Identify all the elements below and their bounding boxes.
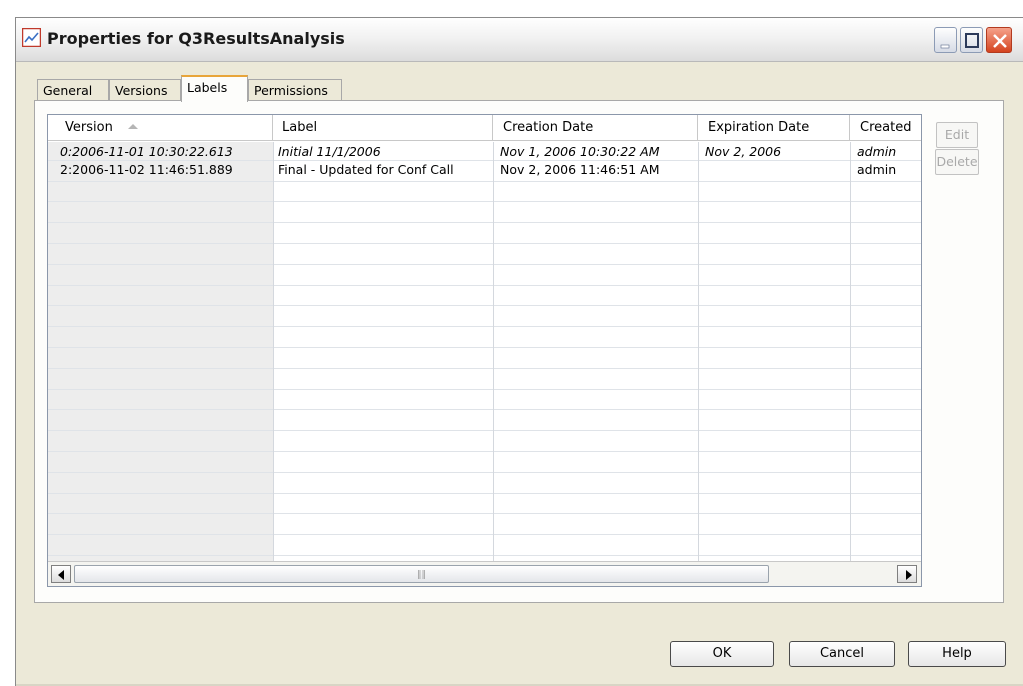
row-gridline xyxy=(48,451,921,452)
delete-button[interactable]: Delete xyxy=(935,149,979,175)
grip-icon: ‖‖ xyxy=(417,570,426,580)
label-cell: Initial 11/1/2006 xyxy=(278,144,381,159)
row-gridline xyxy=(48,243,921,244)
column-divider xyxy=(698,142,699,561)
row-gridline xyxy=(48,222,921,223)
row-gridline xyxy=(48,409,921,410)
properties-dialog: Properties for Q3ResultsAnalysis General… xyxy=(15,17,1023,686)
window-title: Properties for Q3ResultsAnalysis xyxy=(47,29,345,48)
cancel-button[interactable]: Cancel xyxy=(789,641,895,667)
tab-general[interactable]: General xyxy=(37,79,109,101)
column-header-label[interactable]: Label xyxy=(273,115,493,141)
expiration-date-cell: Nov 2, 2006 xyxy=(705,144,782,159)
tab-labels[interactable]: Labels xyxy=(181,75,248,102)
version-column-background xyxy=(48,142,273,561)
minimize-icon xyxy=(940,44,950,49)
row-gridline xyxy=(48,326,921,327)
created-by-cell: admin xyxy=(857,144,897,159)
help-button[interactable]: Help xyxy=(908,641,1006,667)
ok-button[interactable]: OK xyxy=(670,641,774,667)
column-header-creation-date[interactable]: Creation Date xyxy=(493,115,698,141)
column-header-created[interactable]: Created xyxy=(850,115,921,141)
close-button[interactable] xyxy=(986,27,1012,53)
row-gridline xyxy=(48,534,921,535)
horizontal-scrollbar[interactable]: ‖‖ xyxy=(48,561,921,586)
row-gridline xyxy=(48,493,921,494)
expiration-date-cell xyxy=(698,161,850,178)
table-header: Version Label Creation Date Expiration D… xyxy=(48,115,921,141)
table-row[interactable]: 0:2006-11-01 10:30:22.613 Initial 11/1/2… xyxy=(48,143,921,160)
row-gridline xyxy=(48,472,921,473)
labels-panel: Version Label Creation Date Expiration D… xyxy=(34,100,1004,603)
row-gridline xyxy=(48,285,921,286)
sort-ascending-icon xyxy=(127,124,138,129)
row-gridline xyxy=(48,264,921,265)
maximize-icon xyxy=(965,33,979,48)
scroll-right-button[interactable] xyxy=(897,565,917,583)
column-divider xyxy=(273,142,274,561)
row-gridline xyxy=(48,181,921,182)
column-divider xyxy=(850,142,851,561)
minimize-button[interactable] xyxy=(934,27,957,53)
maximize-button[interactable] xyxy=(960,27,983,53)
close-icon xyxy=(993,34,1007,48)
scroll-left-button[interactable] xyxy=(51,565,71,583)
tab-versions[interactable]: Versions xyxy=(109,79,181,101)
column-header-label: Version xyxy=(65,120,113,135)
creation-date-cell: Nov 1, 2006 10:30:22 AM xyxy=(500,144,660,159)
table-row[interactable]: 2:2006-11-02 11:46:51.889 Final - Update… xyxy=(48,161,921,178)
row-gridline xyxy=(48,430,921,431)
row-gridline xyxy=(48,201,921,202)
chart-icon xyxy=(22,28,41,47)
version-cell: 0:2006-11-01 10:30:22.613 xyxy=(60,144,233,159)
row-gridline xyxy=(48,555,921,556)
row-gridline xyxy=(48,347,921,348)
row-gridline xyxy=(48,513,921,514)
arrow-right-icon xyxy=(906,570,912,580)
column-divider xyxy=(493,142,494,561)
column-header-version[interactable]: Version xyxy=(48,115,273,141)
created-by-cell: admin xyxy=(857,162,897,177)
row-gridline xyxy=(48,368,921,369)
edit-button[interactable]: Edit xyxy=(936,122,978,148)
version-cell: 2:2006-11-02 11:46:51.889 xyxy=(60,162,233,177)
row-gridline xyxy=(48,389,921,390)
title-bar: Properties for Q3ResultsAnalysis xyxy=(16,18,1023,62)
labels-table: Version Label Creation Date Expiration D… xyxy=(47,114,922,587)
tab-permissions[interactable]: Permissions xyxy=(248,79,342,101)
creation-date-cell: Nov 2, 2006 11:46:51 AM xyxy=(500,162,660,177)
column-header-expiration-date[interactable]: Expiration Date xyxy=(698,115,850,141)
label-cell: Final - Updated for Conf Call xyxy=(278,162,454,177)
arrow-left-icon xyxy=(58,570,64,580)
scrollbar-thumb[interactable]: ‖‖ xyxy=(74,565,769,583)
row-gridline xyxy=(48,305,921,306)
table-body: 0:2006-11-01 10:30:22.613 Initial 11/1/2… xyxy=(48,142,921,561)
